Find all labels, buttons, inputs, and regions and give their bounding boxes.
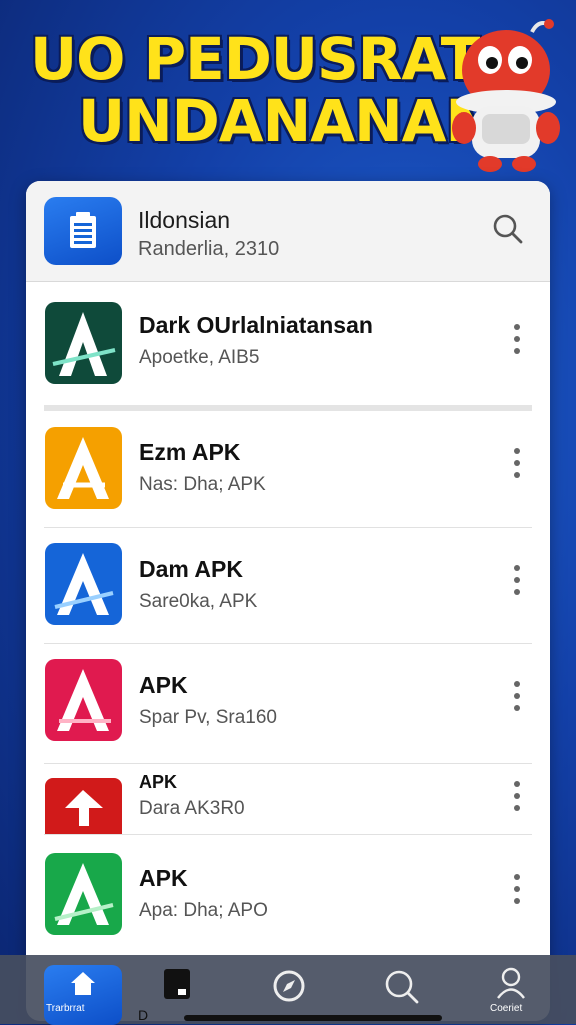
header-subtitle: Randerlia, 2310 — [138, 238, 280, 260]
header-title: Ildonsian — [138, 207, 231, 233]
nav-home-label: Trarbrrat — [46, 1003, 85, 1014]
app-name: Dam APK — [139, 556, 243, 582]
app-subtitle: Spar Pv, Sra160 — [139, 707, 278, 728]
compass-icon — [273, 970, 305, 1002]
more-options-icon[interactable] — [507, 321, 527, 357]
list-item[interactable]: Ezm APK Nas: Dha; APK — [26, 411, 550, 527]
nav-profile-label: Coeriet — [490, 1003, 523, 1014]
list-item[interactable]: APK Dara AK3R0 — [26, 764, 550, 834]
nav-home[interactable]: Trarbrrat — [44, 955, 122, 1025]
more-options-icon[interactable] — [507, 778, 527, 814]
app-logo-icon — [45, 302, 122, 384]
list-item[interactable]: Dark OUrlalniatansan Apoetke, AIB5 — [26, 281, 550, 403]
search-icon[interactable] — [492, 213, 524, 245]
bottom-navigation: Trarbrrat D Coeriet — [0, 955, 576, 1025]
app-list-card: Ildonsian Randerlia, 2310 Dark OUrlalnia… — [26, 181, 550, 1021]
app-name: APK — [139, 865, 188, 891]
list-item[interactable]: APK Spar Pv, Sra160 — [26, 644, 550, 762]
list-item[interactable]: APK Apa: Dha; APO — [26, 835, 550, 945]
app-name: Ezm APK — [139, 439, 241, 465]
robot-mascot-icon — [452, 19, 560, 172]
home-indicator[interactable] — [184, 1015, 442, 1021]
nav-files[interactable]: D — [138, 955, 210, 1024]
document-icon[interactable] — [44, 197, 122, 265]
app-subtitle: Dara AK3R0 — [139, 798, 245, 819]
nav-discover[interactable] — [262, 955, 322, 1024]
app-logo-icon — [45, 427, 122, 509]
list-header: Ildonsian Randerlia, 2310 — [26, 181, 550, 282]
app-subtitle: Apa: Dha; APO — [139, 900, 268, 921]
more-options-icon[interactable] — [507, 678, 527, 714]
app-logo-icon — [45, 853, 122, 935]
app-subtitle: Nas: Dha; APK — [139, 474, 266, 495]
app-logo-icon — [45, 543, 122, 625]
promo-banner: UO PEDUSRAT UNDANANAN — [0, 0, 576, 180]
search-icon — [385, 970, 419, 1004]
more-options-icon[interactable] — [507, 445, 527, 481]
app-name: APK — [139, 672, 188, 698]
document-glyph-icon — [70, 212, 96, 248]
app-subtitle: Apoetke, AIB5 — [139, 347, 260, 368]
file-icon — [164, 969, 190, 999]
app-name: Dark OUrlalniatansan — [139, 312, 373, 338]
app-name: APK — [139, 772, 178, 792]
nav-profile[interactable]: Coeriet — [480, 955, 540, 1024]
more-options-icon[interactable] — [507, 562, 527, 598]
list-item[interactable]: Dam APK Sare0ka, APK — [26, 528, 550, 643]
user-icon — [497, 967, 525, 999]
app-subtitle: Sare0ka, APK — [139, 591, 258, 612]
nav-files-label: D — [138, 1007, 149, 1023]
nav-search[interactable] — [374, 955, 434, 1024]
more-options-icon[interactable] — [507, 871, 527, 907]
banner-title-line2: UNDANANAN — [78, 87, 494, 155]
app-logo-icon — [45, 778, 122, 834]
banner-title-line1: UO PEDUSRAT — [30, 25, 480, 93]
app-logo-icon — [45, 659, 122, 741]
home-icon — [71, 972, 95, 995]
